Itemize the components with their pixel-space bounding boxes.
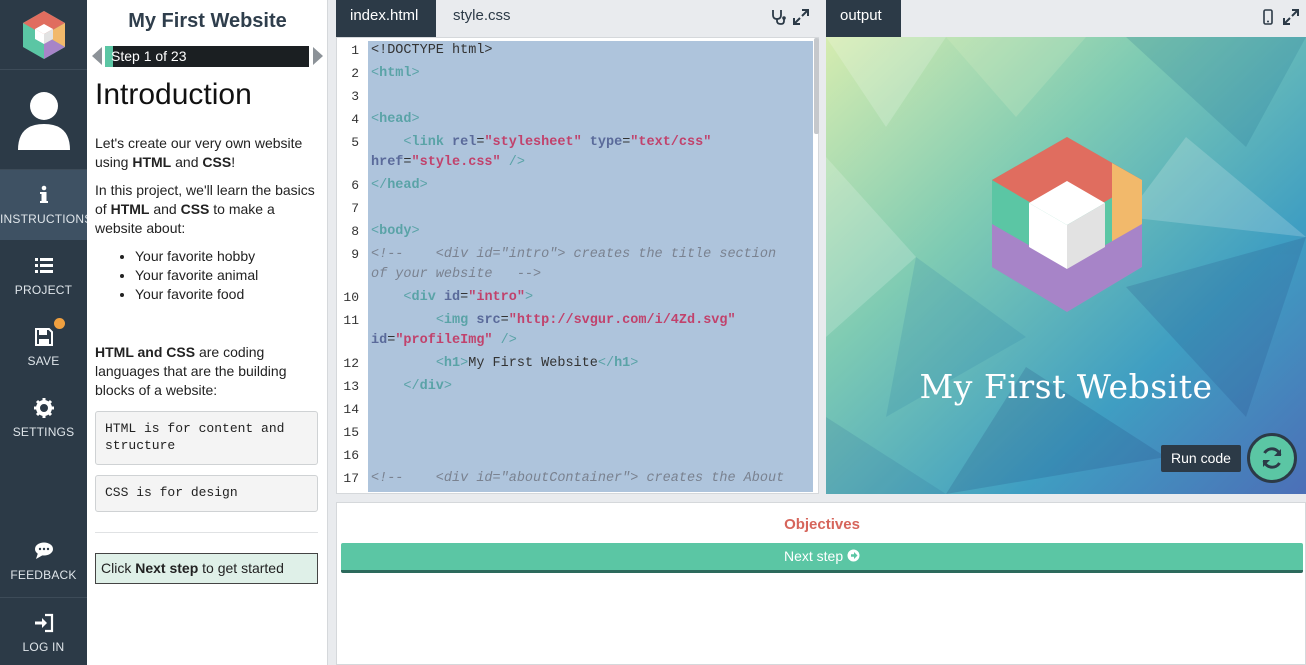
next-step-arrow[interactable]: [313, 47, 323, 65]
info-icon: [39, 185, 48, 203]
step-progress: Step 1 of 23: [105, 46, 309, 67]
line-number: 11: [343, 313, 359, 328]
line-number: 2: [351, 66, 359, 81]
project-title: My First Website: [128, 10, 287, 32]
expand-icon[interactable]: [793, 9, 809, 25]
output-tabs: output: [826, 0, 1306, 37]
step-label: Step 1 of 23: [111, 48, 187, 64]
gear-icon: [33, 398, 54, 418]
line-number: 14: [343, 402, 359, 417]
logo-icon: [22, 10, 65, 59]
line-number: 5: [351, 135, 359, 150]
tab-output[interactable]: output: [826, 0, 901, 37]
chat-icon: [34, 542, 53, 559]
output-preview[interactable]: My First Website Run code: [826, 37, 1306, 494]
app: INSTRUCTIONS PROJECT SAVE SETTINGS FEEDB…: [0, 0, 1306, 665]
sign-in-icon: [34, 613, 53, 633]
code-line: <!-- <div id="intro"> creates the title …: [371, 247, 777, 262]
code-line: <!DOCTYPE html>: [371, 43, 493, 58]
line-number: 12: [343, 356, 359, 371]
stethoscope-icon[interactable]: [770, 9, 786, 25]
objectives-heading: Objectives: [784, 516, 860, 533]
list-item: Your favorite hobby: [135, 247, 321, 266]
nav-label: SAVE: [27, 354, 60, 368]
polygon-background: [826, 37, 1306, 494]
step-heading: Introduction: [95, 78, 252, 111]
run-code-label: Run code: [1161, 445, 1241, 472]
next-step-button[interactable]: Next step: [341, 543, 1303, 573]
nav-label: INSTRUCTIONS: [0, 212, 93, 226]
basics-paragraph: In this project, we'll learn the basics …: [95, 182, 315, 236]
topics-list: Your favorite hobby Your favorite animal…: [135, 247, 321, 304]
code-line: <html>: [371, 66, 420, 81]
code-line: <!-- <div id="aboutContainer"> creates t…: [371, 471, 785, 486]
user-icon: [17, 91, 70, 150]
nav-instructions[interactable]: INSTRUCTIONS: [0, 170, 92, 240]
languages-paragraph: HTML and CSS are coding languages that a…: [95, 344, 287, 398]
line-number: 9: [351, 247, 359, 262]
editor-scrollbar[interactable]: [814, 38, 819, 134]
code-line: <link rel="stylesheet" type="text/css": [403, 135, 712, 150]
unsaved-dot: [54, 318, 65, 329]
line-number: 17: [343, 471, 359, 486]
logo[interactable]: [0, 0, 87, 70]
refresh-icon: [1262, 447, 1282, 469]
code-line: <head>: [371, 112, 420, 127]
line-number: 7: [351, 201, 359, 216]
run-code-button[interactable]: [1247, 433, 1297, 483]
code-line: of your website -->: [371, 267, 542, 282]
site-title: My First Website: [919, 367, 1213, 406]
objectives-panel: Objectives Next step: [336, 502, 1306, 665]
nav-project[interactable]: PROJECT: [0, 241, 87, 311]
line-number: 10: [343, 290, 359, 305]
left-nav: INSTRUCTIONS PROJECT SAVE SETTINGS FEEDB…: [0, 0, 92, 665]
nav-label: SETTINGS: [12, 425, 75, 439]
get-started-tip: Click Next step to get started: [95, 553, 318, 584]
code-line: </head>: [371, 178, 428, 193]
expand-icon[interactable]: [1283, 9, 1299, 25]
line-number: 15: [343, 425, 359, 440]
list-item: Your favorite food: [135, 285, 321, 304]
mobile-icon[interactable]: [1263, 9, 1273, 25]
nav-settings[interactable]: SETTINGS: [0, 383, 87, 453]
nav-label: FEEDBACK: [10, 568, 77, 582]
line-number: 1: [351, 43, 359, 58]
code-line: id="profileImg" />: [371, 333, 517, 348]
divider: [95, 532, 318, 533]
intro-paragraph: Let's create our very own website using …: [95, 135, 303, 170]
line-number: 8: [351, 224, 359, 239]
line-number: 6: [351, 178, 359, 193]
tab-style-css[interactable]: style.css: [439, 0, 525, 37]
nav-label: LOG IN: [22, 640, 65, 654]
line-gutter: 1 2 3 4 5 6 7 8 9 10 11 12 13 14 15 16 1…: [337, 38, 367, 493]
line-number: 13: [343, 379, 359, 394]
arrow-circle-right-icon: [847, 549, 860, 562]
code-line: <div id="intro">: [403, 290, 534, 305]
next-step-label: Next step: [783, 548, 844, 564]
code-line: <body>: [371, 224, 420, 239]
code-line: <img src="http://svgur.com/i/4Zd.svg": [435, 313, 736, 328]
code-line: </div>: [403, 379, 453, 394]
code-line: href="style.css" />: [371, 155, 525, 170]
line-number: 4: [351, 112, 359, 127]
nav-login[interactable]: LOG IN: [0, 597, 87, 665]
tab-index-html[interactable]: index.html: [336, 0, 436, 37]
code-editor[interactable]: 1 2 3 4 5 6 7 8 9 10 11 12 13 14 15 16 1…: [336, 37, 819, 494]
instructions-body: Let's create our very own website using …: [95, 134, 321, 304]
list-item: Your favorite animal: [135, 266, 321, 285]
code-line: <h1>My First Website</h1>: [435, 356, 639, 371]
line-number: 3: [351, 89, 359, 104]
css-note-box: CSS is for design: [95, 475, 318, 512]
instructions-panel: My First Website Step 1 of 23 Introducti…: [87, 0, 328, 665]
prev-step-arrow[interactable]: [92, 47, 102, 65]
save-icon: [34, 328, 53, 346]
nav-label: PROJECT: [14, 283, 73, 297]
html-note-box: HTML is for content and structure: [95, 411, 318, 465]
nav-save[interactable]: SAVE: [0, 312, 87, 382]
avatar[interactable]: [0, 70, 87, 170]
list-icon: [34, 258, 53, 273]
editor-tabs: index.html style.css: [336, 0, 819, 37]
nav-feedback[interactable]: FEEDBACK: [0, 526, 87, 596]
line-number: 16: [343, 448, 359, 463]
